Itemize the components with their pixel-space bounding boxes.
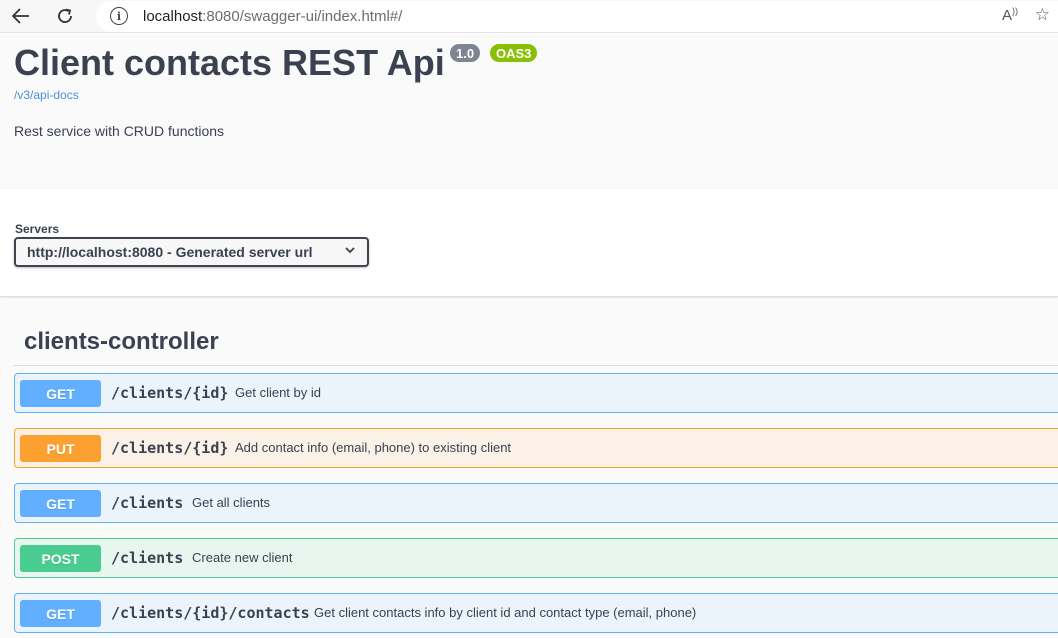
page-title: Client contacts REST Api [14,42,445,83]
star-icon[interactable]: ☆ [1035,5,1050,25]
operation-path: /clients/{id} [111,384,229,402]
operation-path: /clients [111,494,184,512]
operation-summary: Get all clients [192,495,271,510]
operation-summary: Add contact info (email, phone) to exist… [235,440,512,455]
opblock-get-all-clients[interactable]: GET /clients Get all clients [14,483,1058,523]
servers-section: Servers http://localhost:8080 - Generate… [0,189,1058,297]
info-section: Client contacts REST Api 1.0 OAS3 /v3/ap… [0,34,1058,189]
back-arrow-icon[interactable] [8,4,34,28]
tag-divider [14,365,1058,366]
url-text: localhost:8080/swagger-ui/index.html#/ [143,8,403,25]
address-bar[interactable]: i localhost:8080/swagger-ui/index.html#/… [96,1,1058,32]
opblock-get-client-contacts[interactable]: GET /clients/{id}/contacts Get client co… [14,593,1058,633]
server-select[interactable]: http://localhost:8080 - Generated server… [14,237,369,267]
info-icon[interactable]: i [110,7,128,25]
read-aloud-icon[interactable]: A)) [1002,6,1018,24]
method-badge: POST [20,545,101,572]
operation-summary: Get client by id [235,385,321,400]
method-badge: PUT [20,435,101,462]
opblock-get-client-by-id[interactable]: GET /clients/{id} Get client by id [14,373,1058,413]
operation-path: /clients/{id} [111,439,229,457]
version-badge: 1.0 [450,44,481,62]
opblock-post-create-client[interactable]: POST /clients Create new client [14,538,1058,578]
chevron-down-icon [345,247,355,254]
opblock-put-client-contact[interactable]: PUT /clients/{id} Add contact info (emai… [14,428,1058,468]
method-badge: GET [20,490,101,517]
tag-title[interactable]: clients-controller [24,328,219,356]
api-docs-link[interactable]: /v3/api-docs [14,88,79,102]
operation-summary: Get client contacts info by client id an… [314,605,697,620]
operation-path: /clients/{id}/contacts [111,604,310,622]
server-select-value: http://localhost:8080 - Generated server… [27,244,313,260]
api-description: Rest service with CRUD functions [14,123,225,139]
oas-badge: OAS3 [490,44,538,62]
operation-summary: Create new client [192,550,293,565]
operation-path: /clients [111,549,184,567]
method-badge: GET [20,600,101,627]
method-badge: GET [20,380,101,407]
reload-icon[interactable] [52,4,78,28]
browser-toolbar: i localhost:8080/swagger-ui/index.html#/… [0,0,1058,33]
operations-section: clients-controller GET /clients/{id} Get… [0,298,1058,638]
servers-label: Servers [15,222,60,236]
